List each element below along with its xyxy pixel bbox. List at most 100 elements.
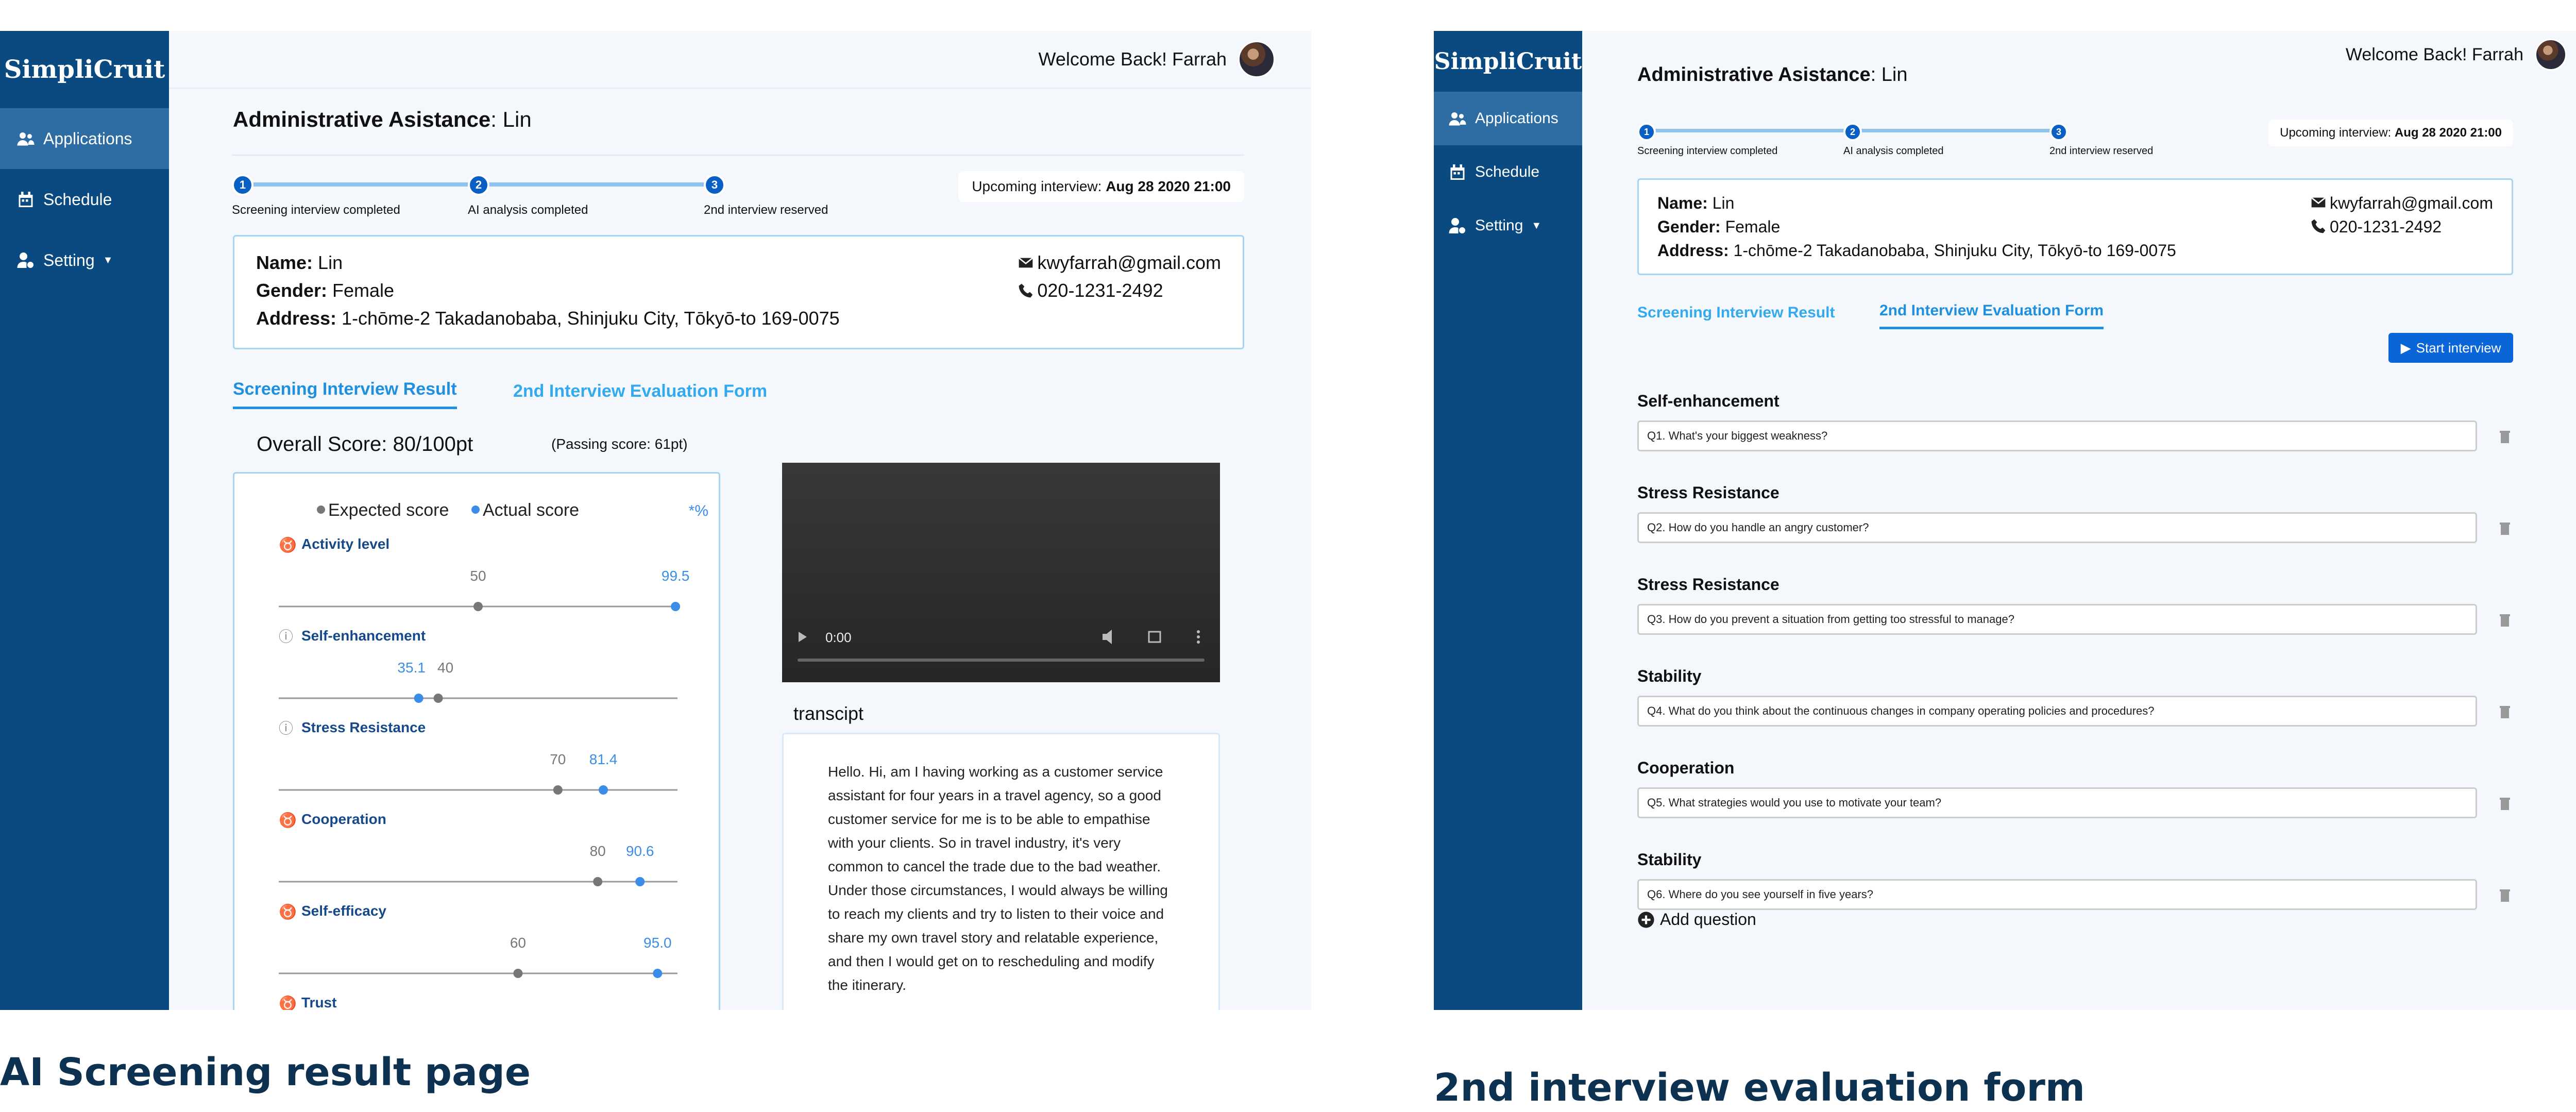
candidate-name: : Lin	[1870, 64, 1908, 86]
expected-value-label: 40	[437, 660, 453, 676]
tab-screening-result[interactable]: Screening Interview Result	[233, 379, 457, 409]
actual-score-dot	[653, 969, 663, 978]
phone-icon	[1019, 283, 1033, 298]
question-category: Stability	[1637, 850, 1702, 869]
start-interview-button[interactable]: ▶ Start interview	[2388, 333, 2513, 363]
step-3-label: 2nd interview reserved	[704, 203, 828, 217]
sidebar-item-label: Setting	[1475, 217, 1523, 234]
score-chart: Expected score Actual score *%♉ Activity le…	[279, 500, 708, 1010]
question-input[interactable]: Q3. How do you prevent a situation from …	[1637, 604, 2477, 635]
step-3-label: 2nd interview reserved	[2049, 145, 2154, 157]
trash-icon[interactable]	[2499, 520, 2511, 535]
tab-evaluation-form[interactable]: 2nd Interview Evaluation Form	[1879, 302, 2104, 329]
actual-score-dot	[599, 785, 608, 795]
plus-circle-icon	[1638, 911, 1654, 928]
address-value: 1-chōme-2 Takadanobaba, Shinjuku City, T…	[336, 308, 840, 329]
sidebar-item-applications[interactable]: Applications	[1434, 92, 1582, 145]
trash-icon[interactable]	[2499, 704, 2511, 718]
phone[interactable]: 020-1231-2492	[1037, 280, 1163, 301]
candidate-info: Name: Lin Gender: Female Address: 1-chōm…	[256, 249, 840, 332]
question-category: Stress Resistance	[1637, 483, 1780, 502]
candidate-card: Name: Lin Gender: Female Address: 1-chōm…	[1637, 178, 2513, 275]
name-label: Name:	[256, 252, 313, 273]
caption-left: AI Screening result page	[0, 1050, 531, 1094]
step-1-label: Screening interview completed	[232, 203, 400, 217]
upcoming-date: Aug 28 2020 21:00	[2394, 126, 2502, 140]
video-progress[interactable]	[798, 659, 1205, 662]
add-question-label: Add question	[1660, 910, 1756, 929]
tab-screening-result[interactable]: Screening Interview Result	[1637, 304, 1835, 329]
upcoming-label: Upcoming interview:	[2280, 126, 2395, 140]
logo: SimpliCruit	[1434, 48, 1582, 75]
sidebar-item-applications[interactable]: Applications	[0, 108, 169, 169]
step-2-label: AI analysis completed	[1843, 145, 1944, 157]
actual-score-dot	[414, 694, 423, 703]
actual-value-label: 35.1	[397, 660, 426, 676]
welcome-text: Welcome Back! Farrah	[1038, 48, 1227, 70]
phone[interactable]: 020-1231-2492	[2330, 217, 2442, 236]
actual-score-dot	[671, 602, 681, 611]
question-input[interactable]: Q5. What strategies would you use to mot…	[1637, 787, 2477, 818]
user-cog-icon	[1449, 218, 1465, 233]
step-2-dot: 2	[468, 174, 489, 196]
address-value: 1-chōme-2 Takadanobaba, Shinjuku City, T…	[1728, 241, 2176, 260]
user-cog-icon	[17, 252, 33, 268]
more-options-icon[interactable]	[1197, 630, 1200, 644]
sidebar: SimpliCruit Applications Schedule Settin…	[0, 31, 169, 1010]
unit-label: *%	[689, 502, 708, 519]
sidebar-item-label: Applications	[1475, 110, 1558, 127]
question-input[interactable]: Q2. How do you handle an angry customer?	[1637, 512, 2477, 543]
header-divider	[169, 88, 1311, 89]
gender-label: Gender:	[1657, 217, 1721, 236]
gender-value: Female	[327, 280, 395, 301]
overall-score: Overall Score: 80/100pt	[257, 433, 473, 456]
sidebar-item-label: Schedule	[43, 190, 112, 209]
trash-icon[interactable]	[2499, 887, 2511, 902]
legend-expected-label: Expected score	[328, 500, 449, 520]
step-1-dot: 1	[232, 174, 253, 196]
sidebar-item-schedule[interactable]: Schedule	[1434, 145, 1582, 199]
email[interactable]: kwyfarrah@gmail.com	[2330, 194, 2493, 212]
sidebar-item-schedule[interactable]: Schedule	[0, 169, 169, 230]
medal-icon: ♉	[279, 812, 297, 829]
tab-evaluation-form[interactable]: 2nd Interview Evaluation Form	[513, 381, 767, 409]
sidebar-item-setting[interactable]: Setting ▼	[1434, 199, 1582, 252]
envelope-icon	[2311, 197, 2326, 208]
video-player[interactable]: 0:00	[782, 463, 1220, 682]
expected-score-dot	[433, 694, 443, 703]
sidebar-item-label: Applications	[43, 129, 132, 148]
score-row-label: Cooperation	[301, 811, 386, 827]
step-2-dot: 2	[1843, 123, 1862, 141]
question-input[interactable]: Q1. What's your biggest weakness?	[1637, 420, 2477, 451]
actual-value-label: 99.5	[662, 568, 690, 584]
name-value: Lin	[1707, 194, 1735, 212]
add-question-button[interactable]: Add question	[1637, 910, 1756, 929]
avatar[interactable]	[1238, 41, 1275, 78]
caption-right: 2nd interview evaluation form	[1434, 1066, 2085, 1110]
candidate-contact: kwyfarrah@gmail.com 020-1231-2492	[1018, 249, 1221, 305]
step-2-label: AI analysis completed	[468, 203, 588, 217]
envelope-icon	[1019, 257, 1033, 268]
question-category: Self-enhancement	[1637, 392, 1780, 410]
question-input[interactable]: Q4. What do you think about the continuo…	[1637, 696, 2477, 727]
email[interactable]: kwyfarrah@gmail.com	[1037, 252, 1221, 273]
sidebar-item-setting[interactable]: Setting ▼	[0, 230, 169, 291]
transcript-text: Hello. Hi, am I having working as a cust…	[828, 764, 1168, 993]
question-category: Stress Resistance	[1637, 575, 1780, 594]
question-input[interactable]: Q6. Where do you see yourself in five ye…	[1637, 879, 2477, 910]
name-label: Name:	[1657, 194, 1708, 212]
sidebar-item-label: Schedule	[1475, 163, 1540, 180]
trash-icon[interactable]	[2499, 796, 2511, 810]
passing-score: (Passing score: 61pt)	[551, 436, 688, 452]
caret-down-icon: ▼	[103, 254, 113, 266]
gender-value: Female	[1720, 217, 1781, 236]
avatar[interactable]	[2535, 39, 2567, 71]
video-controls: 0:00	[782, 463, 1220, 682]
trash-icon[interactable]	[2499, 612, 2511, 627]
title-divider	[232, 155, 1244, 156]
upcoming-date: Aug 28 2020 21:00	[1106, 178, 1231, 194]
step-3-dot: 3	[704, 174, 725, 196]
progress-steps: 1 2 3 Screening interview completed AI a…	[1637, 123, 2204, 169]
actual-score-dot	[635, 877, 645, 886]
trash-icon[interactable]	[2499, 429, 2511, 443]
